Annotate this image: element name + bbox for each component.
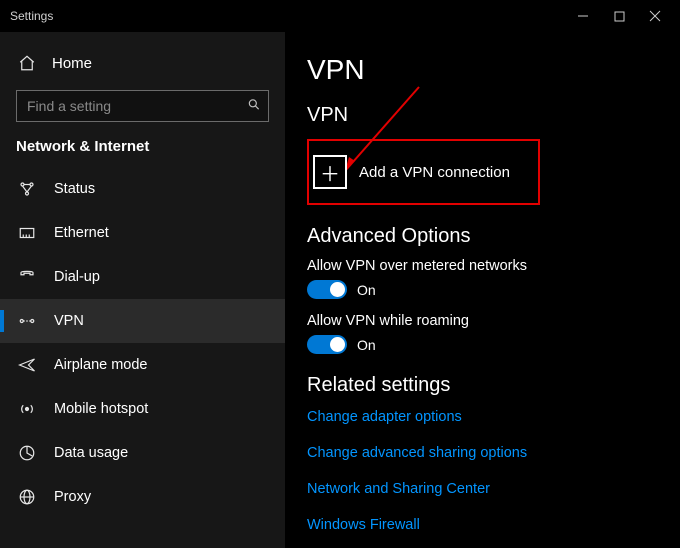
sidebar: Home Network & Internet Status (0, 32, 285, 548)
minimize-button[interactable] (576, 9, 590, 23)
sidebar-item-ethernet[interactable]: Ethernet (0, 211, 285, 255)
advanced-options-heading: Advanced Options (307, 225, 680, 248)
home-row[interactable]: Home (0, 44, 285, 82)
toggle-metered-state: On (357, 282, 376, 298)
search-icon (247, 98, 261, 115)
nav-list: Status Ethernet Dial-up (0, 167, 285, 519)
section-title: Network & Internet (0, 136, 285, 167)
hotspot-icon (18, 400, 36, 418)
sidebar-item-dialup[interactable]: Dial-up (0, 255, 285, 299)
sidebar-item-label: Ethernet (54, 225, 109, 241)
sidebar-item-label: Data usage (54, 445, 128, 461)
sidebar-item-label: Dial-up (54, 269, 100, 285)
opt-metered-label: Allow VPN over metered networks (307, 258, 680, 274)
sidebar-item-hotspot[interactable]: Mobile hotspot (0, 387, 285, 431)
titlebar: Settings (0, 0, 680, 32)
plus-icon: ＋ (313, 155, 347, 189)
main-panel: VPN VPN ＋ Add a VPN connection Advanced … (285, 32, 680, 548)
active-indicator (0, 310, 4, 332)
search-input[interactable] (16, 90, 269, 122)
opt-roaming-label: Allow VPN while roaming (307, 313, 680, 329)
window-title: Settings (10, 9, 53, 23)
sidebar-item-data[interactable]: Data usage (0, 431, 285, 475)
add-vpn-label: Add a VPN connection (359, 164, 510, 181)
sidebar-item-vpn[interactable]: VPN (0, 299, 285, 343)
status-icon (18, 180, 36, 198)
ethernet-icon (18, 224, 36, 242)
maximize-button[interactable] (612, 9, 626, 23)
data-icon (18, 444, 36, 462)
sidebar-item-label: Mobile hotspot (54, 401, 148, 417)
toggle-metered[interactable] (307, 280, 347, 299)
proxy-icon (18, 488, 36, 506)
dialup-icon (18, 268, 36, 286)
sidebar-item-airplane[interactable]: Airplane mode (0, 343, 285, 387)
sidebar-item-proxy[interactable]: Proxy (0, 475, 285, 519)
vpn-icon (18, 312, 36, 330)
airplane-icon (18, 356, 36, 374)
home-label: Home (52, 55, 92, 72)
link-sharing[interactable]: Change advanced sharing options (307, 445, 527, 461)
sidebar-item-label: VPN (54, 313, 84, 329)
add-vpn-button[interactable]: ＋ Add a VPN connection (307, 139, 540, 205)
page-title: VPN (307, 54, 680, 86)
sidebar-item-label: Proxy (54, 489, 91, 505)
close-button[interactable] (648, 9, 662, 23)
home-icon (18, 54, 36, 72)
vpn-section-heading: VPN (307, 104, 680, 127)
toggle-roaming[interactable] (307, 335, 347, 354)
sidebar-item-status[interactable]: Status (0, 167, 285, 211)
toggle-roaming-state: On (357, 337, 376, 353)
search-box[interactable] (16, 90, 269, 122)
link-adapter[interactable]: Change adapter options (307, 409, 462, 425)
link-firewall[interactable]: Windows Firewall (307, 517, 420, 533)
related-settings-heading: Related settings (307, 374, 680, 397)
sidebar-item-label: Status (54, 181, 95, 197)
link-network-center[interactable]: Network and Sharing Center (307, 481, 490, 497)
sidebar-item-label: Airplane mode (54, 357, 148, 373)
